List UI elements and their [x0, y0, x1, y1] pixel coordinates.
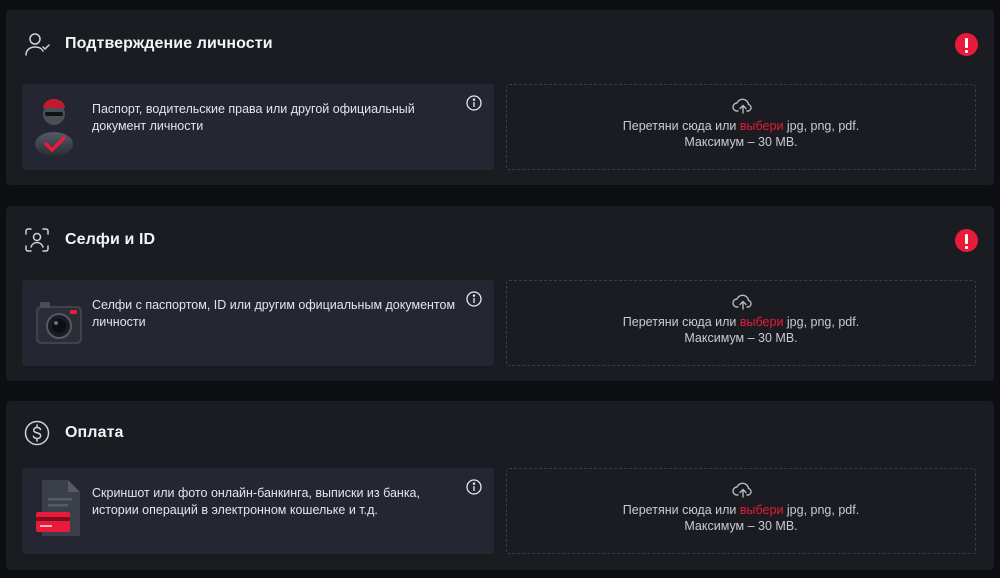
section-title: Подтверждение личности [65, 35, 273, 52]
exclamation-dot [955, 33, 978, 56]
info-icon[interactable] [466, 479, 482, 495]
cloud-upload-icon [732, 95, 754, 117]
section-header: Оплата [22, 417, 124, 449]
upload-instructions: Перетяни сюда или выбери jpg, png, pdf. [507, 503, 975, 517]
section-payment: Оплата Скриншот или фото онлайн-банкинга… [6, 401, 994, 570]
document-description-text: Паспорт, водительские права или другой о… [92, 102, 415, 133]
upload-prefix: Перетяни сюда или [622, 503, 737, 517]
payment-description-card: Скриншот или фото онлайн-банкинга, выпис… [22, 468, 494, 554]
upload-dropzone[interactable]: Перетяни сюда или выбери jpg, png, pdf. … [506, 84, 976, 170]
info-icon[interactable] [466, 95, 482, 111]
section-header: Подтверждение личности [22, 28, 273, 60]
dollar-circle-icon [22, 418, 52, 448]
camera-image [32, 290, 88, 354]
document-description-card: Паспорт, водительские права или другой о… [22, 84, 494, 170]
upload-size-limit: Максимум – 30 MB. [684, 135, 798, 149]
section-title: Оплата [65, 424, 124, 441]
upload-formats: jpg, png, pdf. [786, 119, 860, 133]
section-identity: Подтверждение личности Паспорт, водитель… [6, 10, 994, 185]
selfie-description-card: Селфи с паспортом, ID или другим официал… [22, 280, 494, 366]
upload-instructions: Перетяни сюда или выбери jpg, png, pdf. [507, 119, 975, 133]
upload-dropzone[interactable]: Перетяни сюда или выбери jpg, png, pdf. … [506, 468, 976, 554]
bank-statement-image [32, 478, 88, 542]
exclamation-dot [955, 229, 978, 252]
payment-description-text: Скриншот или фото онлайн-банкинга, выпис… [92, 486, 420, 517]
upload-size-limit: Максимум – 30 MB. [684, 519, 798, 533]
choose-file-link[interactable]: выбери [740, 503, 784, 517]
upload-formats: jpg, png, pdf. [786, 503, 860, 517]
section-selfie: Селфи и ID Селфи с паспортом, ID или дру… [6, 206, 994, 381]
section-title: Селфи и ID [65, 231, 156, 248]
selfie-description-text: Селфи с паспортом, ID или другим официал… [92, 298, 456, 329]
upload-instructions: Перетяни сюда или выбери jpg, png, pdf. [507, 315, 975, 329]
user-check-icon [22, 29, 52, 59]
cloud-upload-icon [732, 479, 754, 501]
choose-file-link[interactable]: выбери [740, 315, 784, 329]
section-header: Селфи и ID [22, 224, 155, 256]
upload-dropzone[interactable]: Перетяни сюда или выбери jpg, png, pdf. … [506, 280, 976, 366]
face-scan-icon [22, 225, 52, 255]
secret-agent-image [32, 94, 88, 158]
upload-prefix: Перетяни сюда или [622, 315, 737, 329]
upload-formats: jpg, png, pdf. [786, 315, 860, 329]
upload-size-limit: Максимум – 30 MB. [684, 331, 798, 345]
info-icon[interactable] [466, 291, 482, 307]
upload-prefix: Перетяни сюда или [622, 119, 737, 133]
choose-file-link[interactable]: выбери [740, 119, 784, 133]
cloud-upload-icon [732, 291, 754, 313]
